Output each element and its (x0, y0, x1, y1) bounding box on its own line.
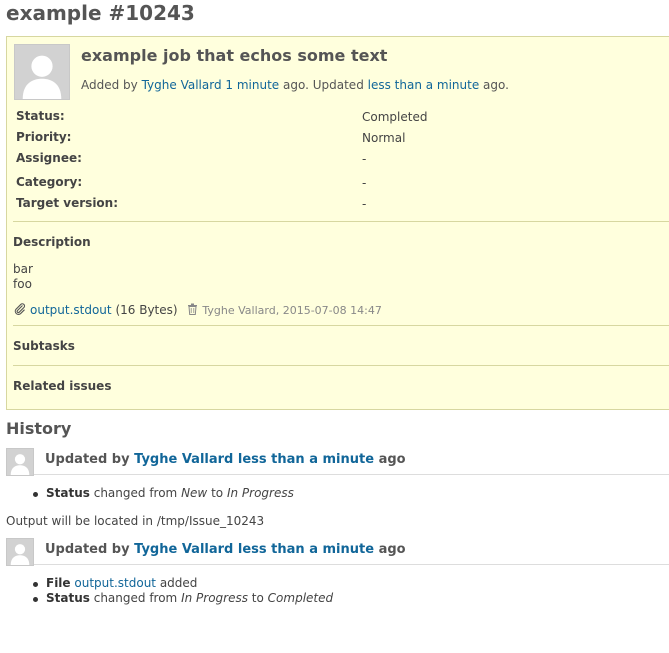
journal-author-link[interactable]: Tyghe Vallard (134, 452, 233, 467)
priority-value: Normal (362, 131, 406, 145)
divider (13, 221, 669, 222)
journal-time-link[interactable]: less than a minute (238, 542, 374, 557)
journal-author-link[interactable]: Tyghe Vallard (134, 542, 233, 557)
journal-note: Output will be located in /tmp/Issue_102… (6, 514, 265, 528)
detail-text: added (156, 576, 198, 590)
added-ago-link[interactable]: 1 minute (225, 78, 279, 92)
updated-ago-link[interactable]: less than a minute (368, 78, 480, 92)
updated-by-label: Updated by (45, 542, 130, 557)
issue-box: example job that echos some text Added b… (6, 36, 669, 410)
journal-details: Status changed from New to In Progress (33, 486, 294, 501)
detail-new-value: In Progress (226, 486, 294, 500)
journal-time-link[interactable]: less than a minute (238, 452, 374, 467)
detail-new-value: Completed (267, 591, 334, 605)
description-line: foo (13, 277, 32, 291)
detail-field: Status (46, 486, 90, 500)
journal-title: Updated by Tyghe Vallard less than a min… (45, 452, 406, 467)
user-avatar-icon (6, 538, 34, 566)
detail-field: File (46, 576, 71, 590)
journal-header: Updated by Tyghe Vallard less than a min… (6, 538, 669, 566)
attachment-size: (16 Bytes) (115, 303, 178, 317)
assignee-label: Assignee: (16, 151, 82, 165)
issue-subject: example job that echos some text (81, 46, 388, 65)
divider (13, 365, 669, 366)
author-line: Added by Tyghe Vallard 1 minute ago. Upd… (81, 78, 509, 92)
detail-text: changed from (89, 591, 182, 605)
journal-ago: ago (378, 452, 406, 467)
author-prefix: Added by (81, 78, 142, 92)
history-title: History (6, 419, 72, 438)
author-suffix: ago. (479, 78, 509, 92)
author-middle: ago. Updated (279, 78, 368, 92)
target-version-label: Target version: (16, 196, 119, 210)
related-issues-heading: Related issues (13, 379, 112, 393)
paperclip-icon (14, 303, 26, 315)
author-avatar-icon (14, 44, 70, 100)
page-title: example #10243 (6, 1, 195, 25)
detail-text: to (207, 486, 227, 500)
assignee-value: - (362, 152, 367, 166)
detail-file-link[interactable]: output.stdout (74, 576, 156, 590)
status-value: Completed (362, 110, 428, 124)
divider (13, 325, 669, 326)
journal-header: Updated by Tyghe Vallard less than a min… (6, 448, 669, 476)
journal-details: File output.stdout added Status changed … (33, 576, 333, 606)
journal-title: Updated by Tyghe Vallard less than a min… (45, 542, 406, 557)
status-label: Status: (16, 109, 65, 123)
attachment-row: output.stdout (16 Bytes) Tyghe Vallard, … (14, 303, 382, 317)
trash-icon[interactable] (187, 303, 198, 315)
detail-text: to (247, 591, 268, 605)
updated-by-label: Updated by (45, 452, 130, 467)
detail-old-value: New (181, 486, 208, 500)
category-label: Category: (16, 175, 83, 189)
description-heading: Description (13, 235, 91, 249)
description-line: bar (13, 262, 33, 276)
user-avatar-icon (6, 448, 34, 476)
journal-ago: ago (378, 542, 406, 557)
detail-field: Status (46, 591, 90, 605)
attachment-meta: Tyghe Vallard, 2015-07-08 14:47 (202, 304, 382, 317)
list-item: Status changed from New to In Progress (33, 486, 294, 501)
list-item: File output.stdout added (33, 576, 333, 591)
attachment-link[interactable]: output.stdout (30, 303, 112, 317)
subtasks-heading: Subtasks (13, 339, 75, 353)
priority-label: Priority: (16, 130, 72, 144)
list-item: Status changed from In Progress to Compl… (33, 591, 333, 606)
detail-old-value: In Progress (181, 591, 248, 605)
target-version-value: - (362, 197, 367, 211)
category-value: - (362, 176, 367, 190)
author-link[interactable]: Tyghe Vallard (142, 78, 222, 92)
detail-text: changed from (89, 486, 182, 500)
